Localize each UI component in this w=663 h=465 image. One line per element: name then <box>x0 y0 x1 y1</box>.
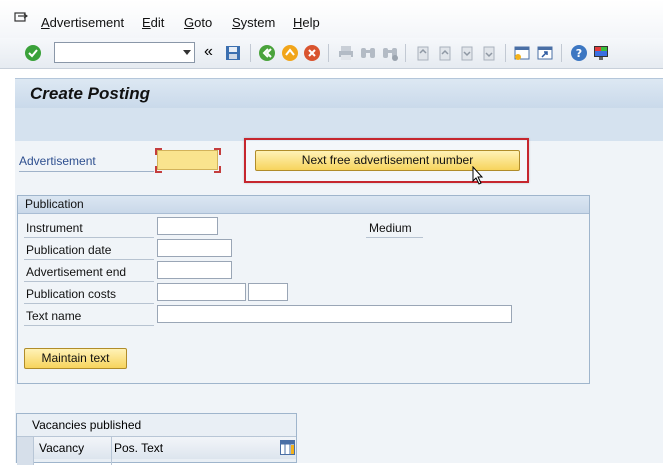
advertisement-label-underline <box>19 171 154 172</box>
required-marker <box>214 148 221 155</box>
column-header-vacancy[interactable]: Vacancy <box>39 441 84 455</box>
advertisement-end-input[interactable] <box>157 261 232 279</box>
command-field[interactable] <box>54 42 195 63</box>
title-bar: Create Posting <box>15 78 663 109</box>
cancel-icon[interactable] <box>303 44 321 62</box>
toolbar-separator <box>505 44 506 62</box>
medium-label: Medium <box>369 221 412 235</box>
vacancies-table-header: Vacancy Pos. Text <box>17 436 296 465</box>
text-name-underline <box>24 325 154 326</box>
select-all-rows-cell[interactable] <box>17 437 34 465</box>
save-icon[interactable] <box>224 44 242 62</box>
instrument-input[interactable] <box>157 217 218 235</box>
medium-underline <box>366 237 423 238</box>
mouse-cursor-icon <box>472 166 484 185</box>
publication-costs-label: Publication costs <box>26 287 117 301</box>
column-header-pos-text[interactable]: Pos. Text <box>114 441 163 455</box>
column-divider <box>111 437 112 465</box>
menu-edit[interactable]: Edit <box>142 15 164 30</box>
publication-costs-input[interactable] <box>157 283 246 301</box>
advertisement-end-label: Advertisement end <box>26 265 127 279</box>
print-icon[interactable] <box>337 44 355 62</box>
required-marker <box>155 166 162 173</box>
chevron-down-icon[interactable] <box>183 50 191 55</box>
text-name-input[interactable] <box>157 305 512 323</box>
advertisement-label: Advertisement <box>19 154 96 168</box>
currency-input[interactable] <box>248 283 288 301</box>
svg-text:?: ? <box>576 47 582 60</box>
menu-bar: Advertisement Edit Goto System Help <box>0 0 663 38</box>
toolbar-separator <box>250 44 251 62</box>
menu-advertisement[interactable]: Advertisement <box>41 15 124 30</box>
required-marker <box>214 166 221 173</box>
next-page-icon[interactable] <box>458 44 476 62</box>
instrument-label: Instrument <box>26 221 83 235</box>
maintain-text-button[interactable]: Maintain text <box>24 348 127 369</box>
menu-help[interactable]: Help <box>293 15 320 30</box>
help-icon[interactable]: ? <box>570 44 588 62</box>
advertisement-end-underline <box>24 281 154 282</box>
publication-date-label: Publication date <box>26 243 112 257</box>
menu-system[interactable]: System <box>232 15 275 30</box>
standard-toolbar: « ? <box>0 38 663 69</box>
vacancies-table-title: Vacancies published <box>32 418 142 432</box>
instrument-underline <box>24 237 154 238</box>
advertisement-input[interactable] <box>157 150 218 170</box>
required-marker <box>155 148 162 155</box>
shortcut-icon[interactable] <box>536 44 554 62</box>
publication-group-header: Publication <box>18 196 589 214</box>
page-title: Create Posting <box>30 84 150 103</box>
table-settings-icon[interactable] <box>280 440 295 455</box>
last-page-icon[interactable] <box>480 44 498 62</box>
vacancies-table: Vacancies published Vacancy Pos. Text <box>16 413 297 465</box>
publication-costs-underline <box>24 303 154 304</box>
publication-date-input[interactable] <box>157 239 232 257</box>
text-name-label: Text name <box>26 309 82 323</box>
toolbar-separator <box>405 44 406 62</box>
find-icon[interactable] <box>359 44 377 62</box>
exit-icon[interactable] <box>281 44 299 62</box>
first-page-icon[interactable] <box>414 44 432 62</box>
find-next-icon[interactable] <box>381 44 399 62</box>
toolbar-separator <box>561 44 562 62</box>
application-toolbar <box>15 108 663 142</box>
back-icon[interactable] <box>258 44 276 62</box>
session-menu-icon[interactable] <box>14 12 28 24</box>
menu-goto[interactable]: Goto <box>184 15 212 30</box>
publication-date-underline <box>24 259 154 260</box>
new-session-icon[interactable] <box>513 44 531 62</box>
publication-group-title: Publication <box>25 197 84 211</box>
customize-layout-icon[interactable] <box>592 44 610 62</box>
previous-page-icon[interactable] <box>436 44 454 62</box>
history-icon[interactable]: « <box>204 43 213 61</box>
toolbar-separator <box>328 44 329 62</box>
enter-check-icon[interactable] <box>24 44 42 62</box>
